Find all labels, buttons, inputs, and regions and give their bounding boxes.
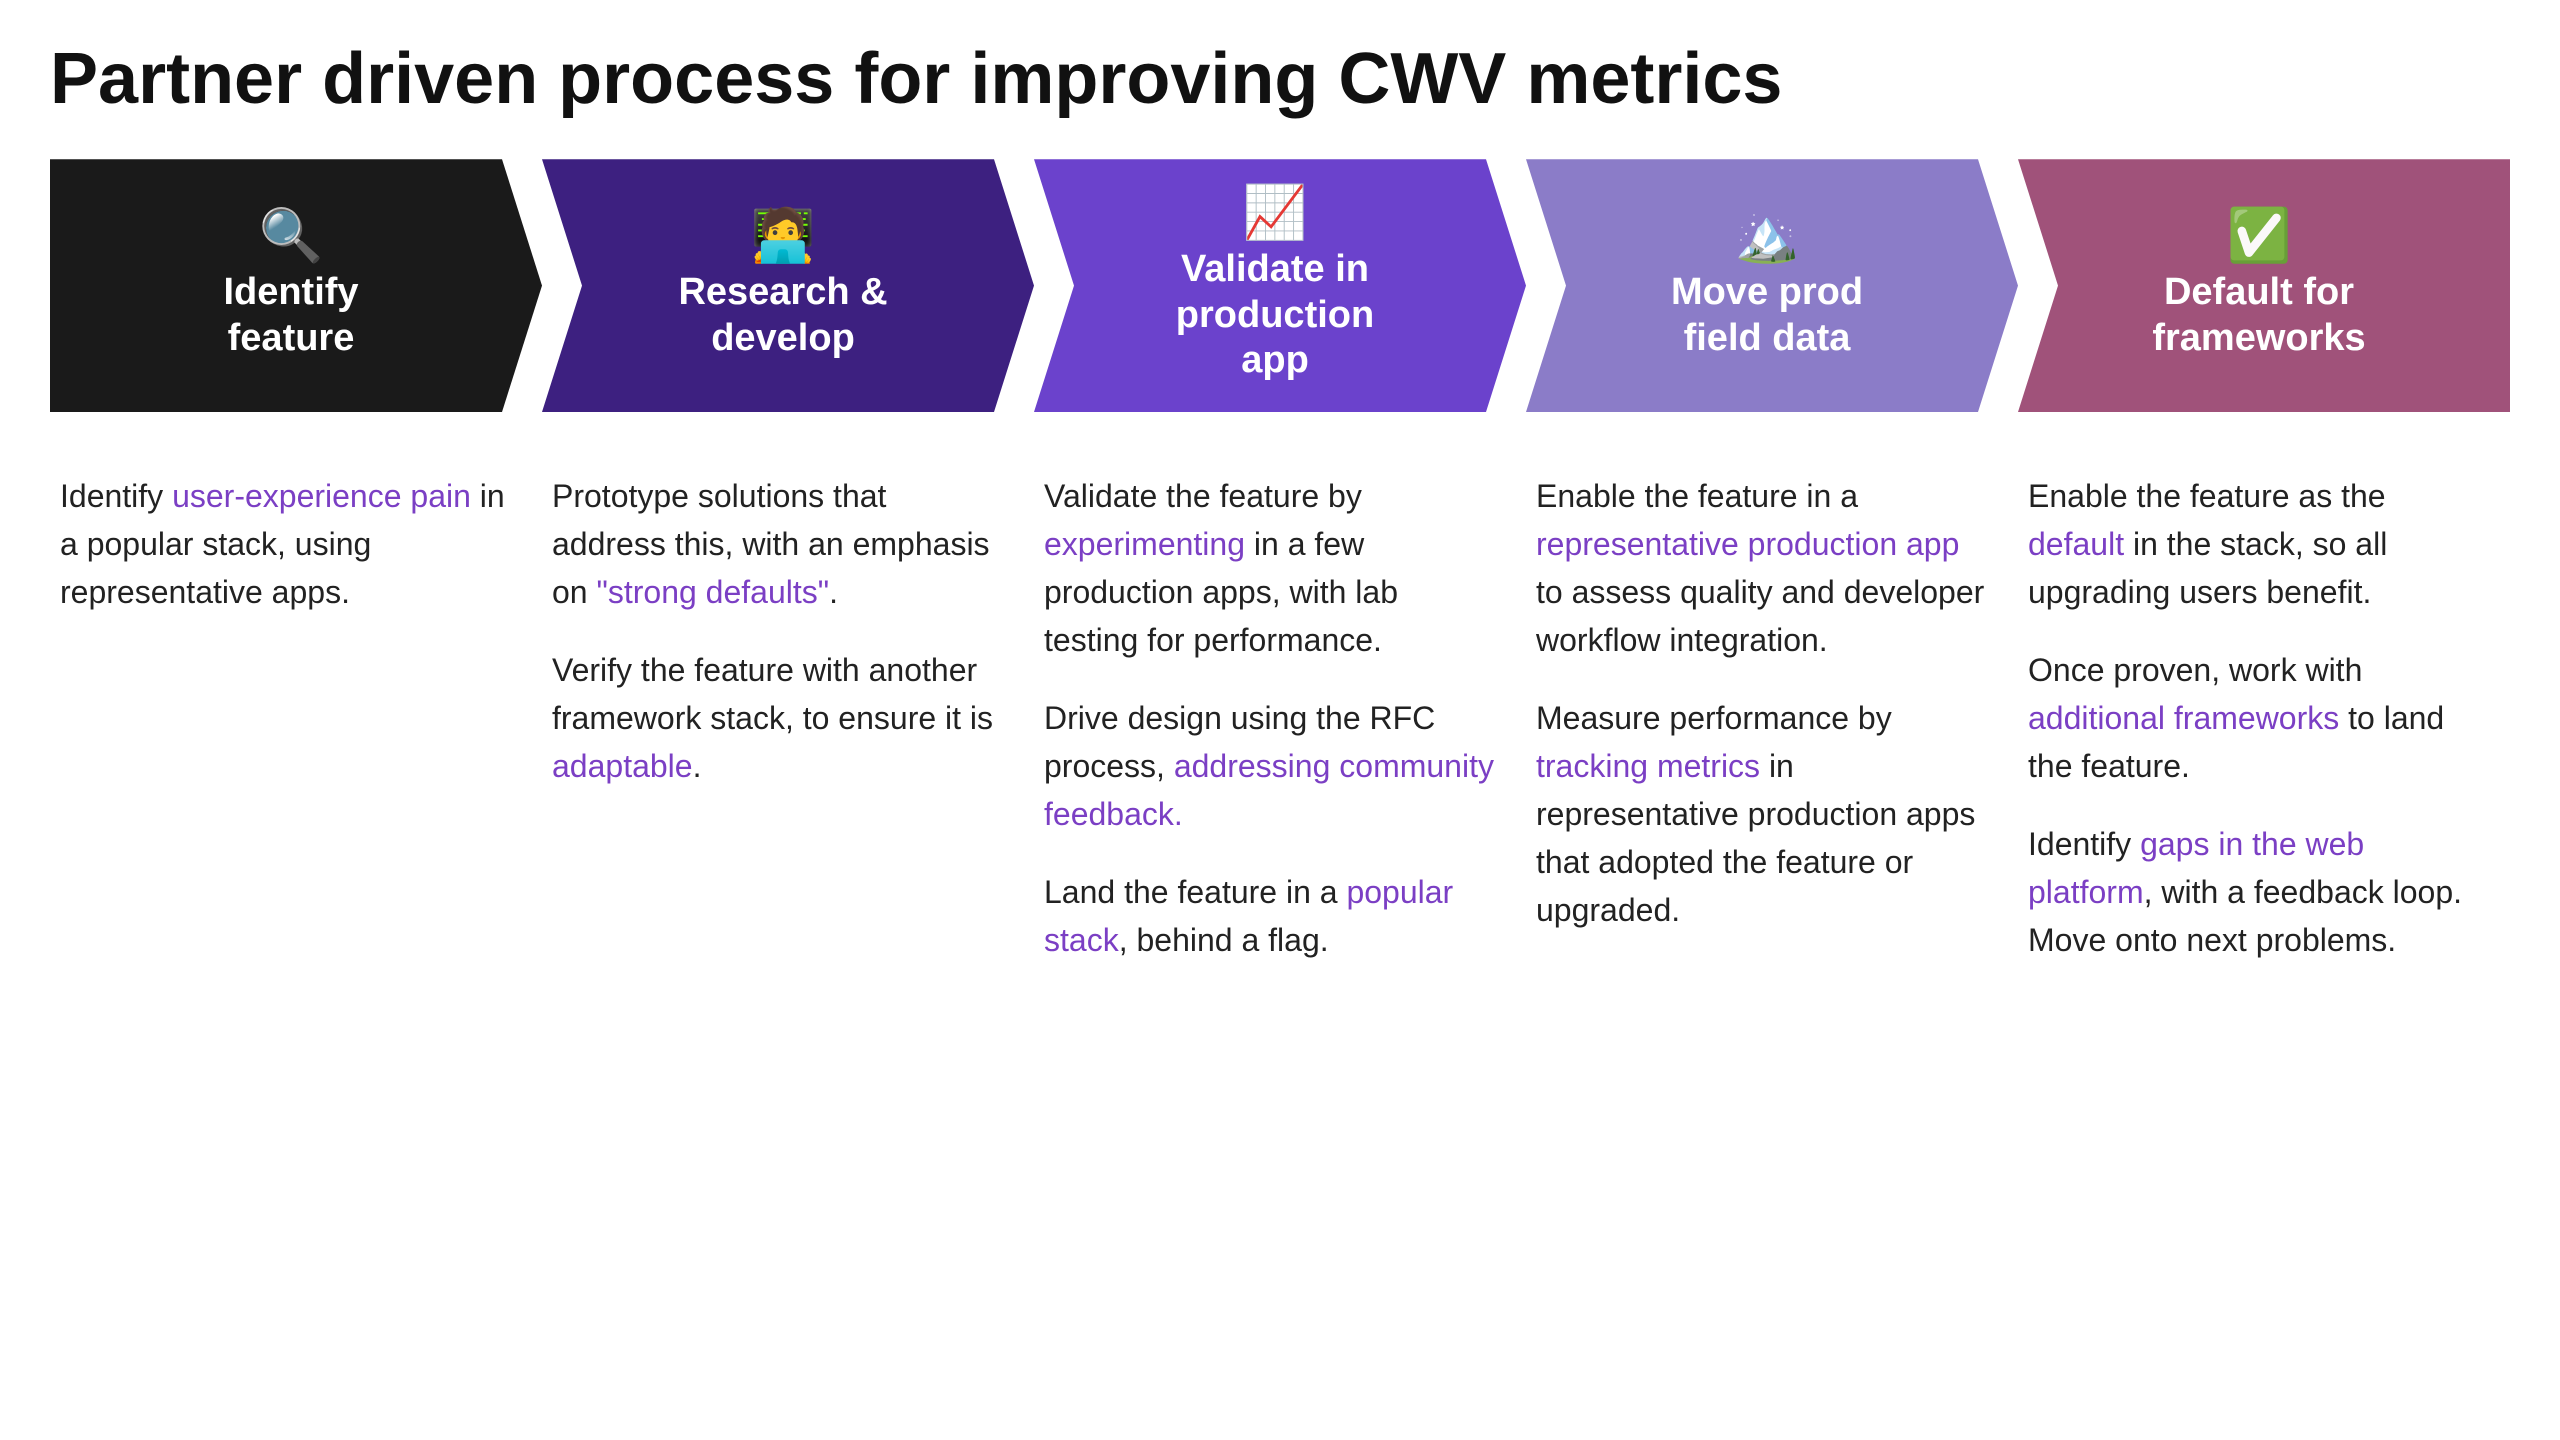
identify-title: Identifyfeature	[223, 270, 358, 361]
move-para-2: Measure performance by tracking metrics …	[1536, 694, 1988, 934]
research-para-2: Verify the feature with another framewor…	[552, 646, 1004, 790]
arrow-research: 🧑‍💻 Research &develop	[542, 159, 1034, 412]
move-icon: 🏔️	[1735, 210, 1800, 262]
research-link-defaults[interactable]: "strong defaults"	[596, 574, 829, 610]
default-link-default[interactable]: default	[2028, 526, 2124, 562]
validate-title: Validate inproductionapp	[1176, 247, 1374, 384]
identify-para-1: Identify user-experience pain in a popul…	[60, 472, 512, 616]
identify-link-ux[interactable]: user-experience pain	[172, 478, 471, 514]
content-identify: Identify user-experience pain in a popul…	[50, 462, 542, 626]
content-default: Enable the feature as the default in the…	[2018, 462, 2510, 974]
arrow-default: ✅ Default forframeworks	[2018, 159, 2510, 412]
move-link-rep-app[interactable]: representative production app	[1536, 526, 1959, 562]
arrow-move: 🏔️ Move prodfield data	[1526, 159, 2018, 412]
default-link-gaps[interactable]: gaps in the web platform	[2028, 826, 2364, 910]
validate-para-3: Land the feature in a popular stack, beh…	[1044, 868, 1496, 964]
content-row: Identify user-experience pain in a popul…	[50, 462, 2510, 974]
move-title: Move prodfield data	[1671, 270, 1863, 361]
validate-para-1: Validate the feature by experimenting in…	[1044, 472, 1496, 664]
research-title: Research &develop	[678, 270, 887, 361]
identify-icon: 🔍	[259, 210, 324, 262]
research-icon: 🧑‍💻	[751, 210, 816, 262]
content-move: Enable the feature in a representative p…	[1526, 462, 2018, 944]
validate-link-popular[interactable]: popular stack	[1044, 874, 1453, 958]
research-link-adaptable[interactable]: adaptable	[552, 748, 693, 784]
default-link-frameworks[interactable]: additional frameworks	[2028, 700, 2339, 736]
default-para-3: Identify gaps in the web platform, with …	[2028, 820, 2480, 964]
arrows-row: 🔍 Identifyfeature 🧑‍💻 Research &develop …	[50, 159, 2510, 412]
default-title: Default forframeworks	[2152, 270, 2365, 361]
arrow-validate: 📈 Validate inproductionapp	[1034, 159, 1526, 412]
default-para-2: Once proven, work with additional framew…	[2028, 646, 2480, 790]
page-title: Partner driven process for improving CWV…	[50, 40, 2510, 119]
validate-para-2: Drive design using the RFC process, addr…	[1044, 694, 1496, 838]
content-research: Prototype solutions that address this, w…	[542, 462, 1034, 800]
validate-icon: 📈	[1243, 187, 1308, 239]
move-link-tracking[interactable]: tracking metrics	[1536, 748, 1760, 784]
move-para-1: Enable the feature in a representative p…	[1536, 472, 1988, 664]
arrow-identify: 🔍 Identifyfeature	[50, 159, 542, 412]
validate-link-community[interactable]: addressing community feedback.	[1044, 748, 1494, 832]
research-para-1: Prototype solutions that address this, w…	[552, 472, 1004, 616]
content-validate: Validate the feature by experimenting in…	[1034, 462, 1526, 974]
validate-link-experimenting[interactable]: experimenting	[1044, 526, 1245, 562]
default-icon: ✅	[2227, 210, 2292, 262]
default-para-1: Enable the feature as the default in the…	[2028, 472, 2480, 616]
